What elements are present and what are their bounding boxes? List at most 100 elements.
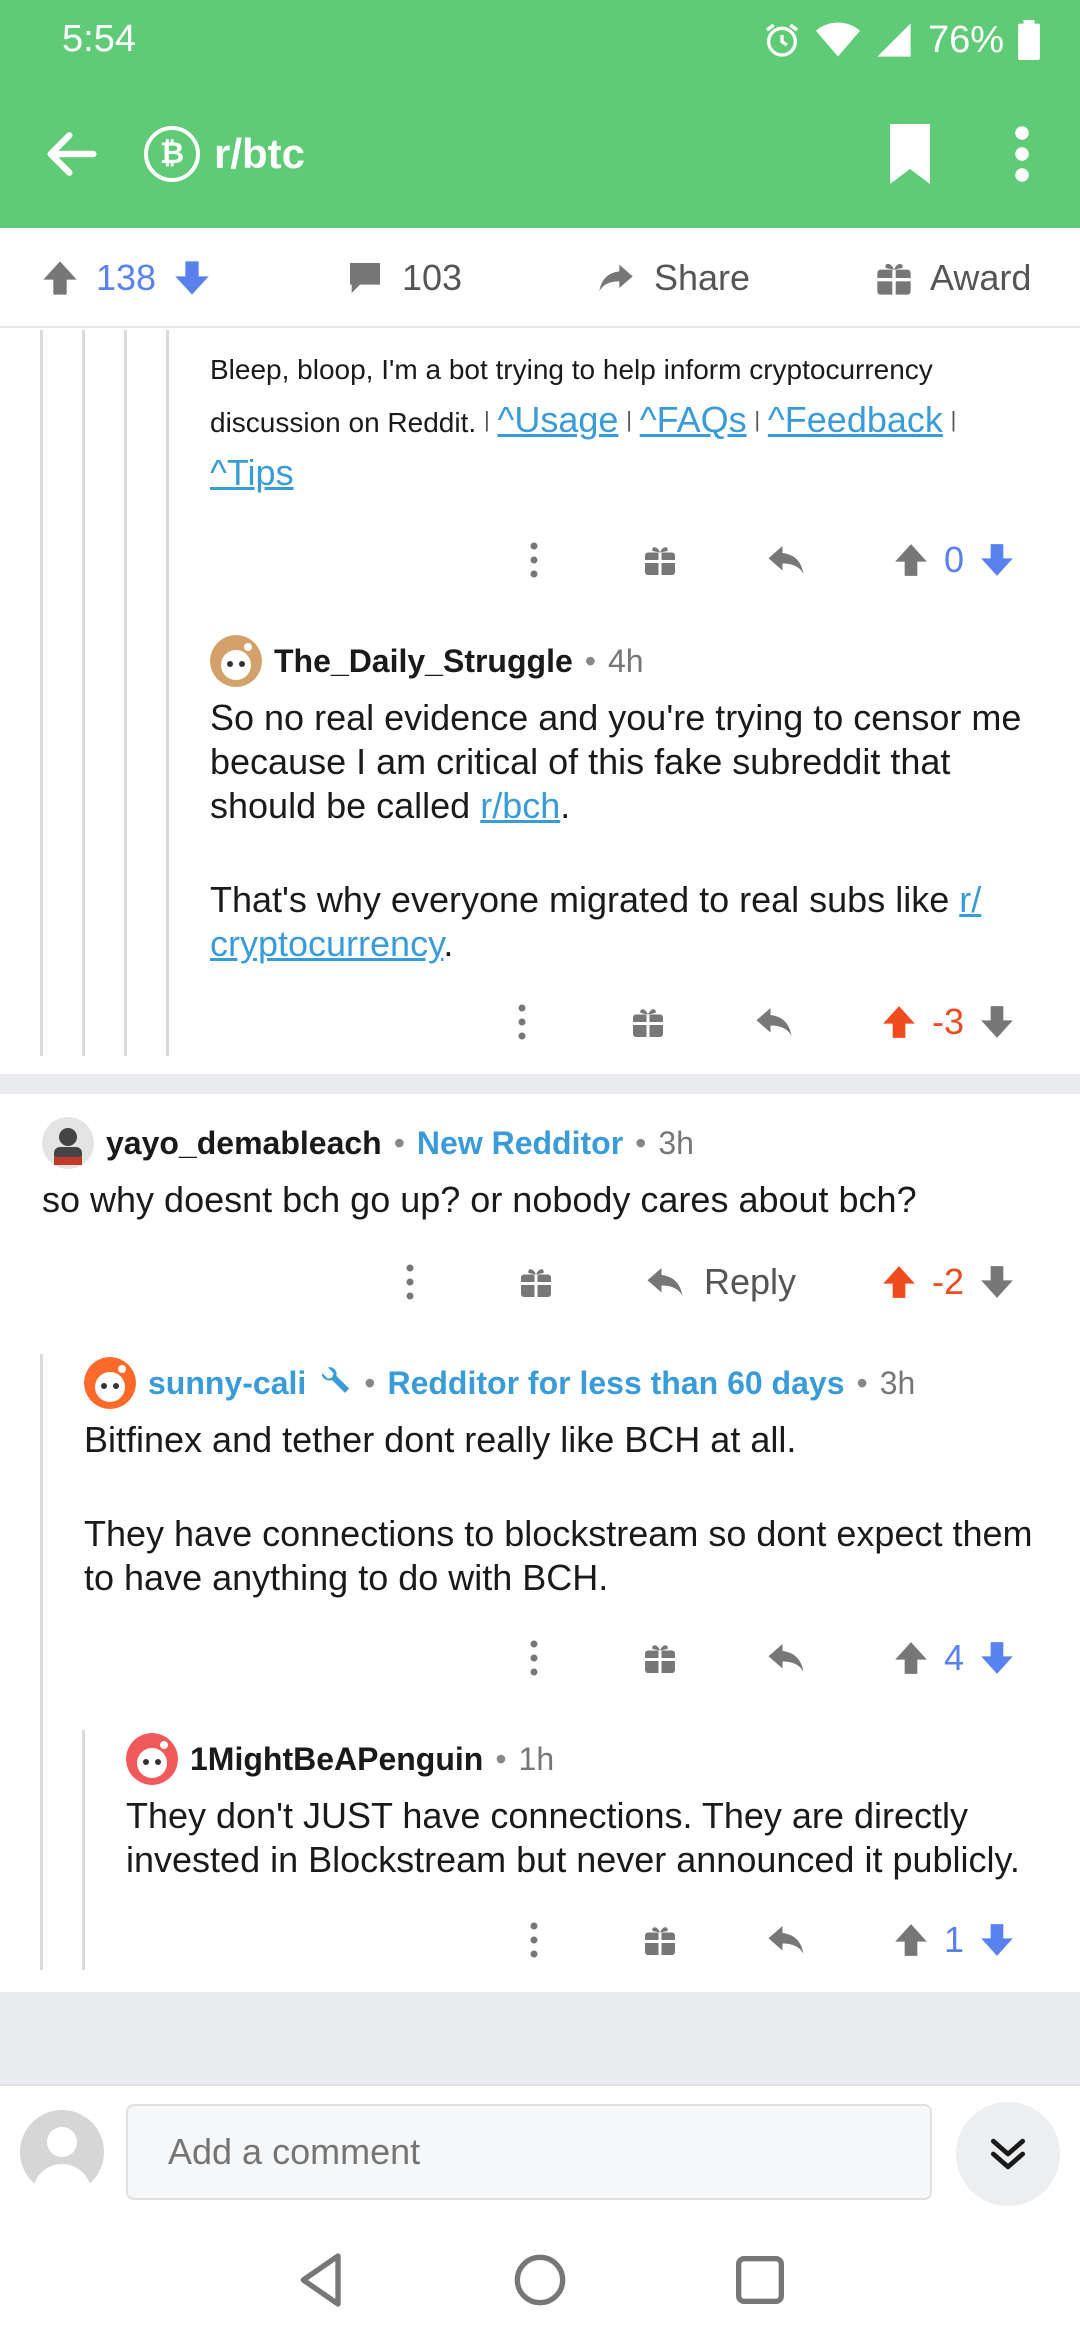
double-chevron-down-icon [990, 2138, 1026, 2170]
comment-reply-button[interactable] [764, 530, 808, 590]
subreddit-link[interactable]: r/ [959, 879, 981, 920]
more-vertical-icon [530, 1640, 538, 1676]
more-vertical-icon[interactable] [1004, 124, 1040, 184]
downvote-arrow-icon[interactable] [172, 258, 212, 298]
comment-reply-button[interactable] [752, 992, 796, 1052]
my-avatar[interactable] [20, 2110, 104, 2194]
comment-more-button[interactable] [394, 1252, 426, 1312]
avatar[interactable] [210, 635, 262, 687]
award-button[interactable]: Award [874, 228, 1031, 328]
thread-line[interactable] [124, 330, 127, 1056]
comment-more-button[interactable] [518, 530, 550, 590]
tips-link[interactable]: ^Tips [210, 452, 294, 493]
comment-vote-group: -3 [880, 992, 1016, 1052]
comment-age: 3h [658, 1124, 694, 1161]
comment-author[interactable]: 1MightBeAPenguin [190, 1741, 483, 1778]
more-vertical-icon [406, 1264, 414, 1300]
comment-reply-button[interactable] [764, 1628, 808, 1688]
snoo-avatar-icon [210, 635, 262, 687]
comment-more-button[interactable] [506, 992, 538, 1052]
more-vertical-icon [518, 1004, 526, 1040]
bookmark-icon[interactable] [884, 124, 936, 184]
avatar[interactable] [42, 1117, 94, 1169]
upvote-arrow-icon[interactable] [892, 541, 930, 579]
comments-count-button[interactable]: 103 [344, 228, 462, 328]
subreddit-title[interactable]: ₿ r/btc [144, 122, 305, 186]
battery-percent: 76% [927, 18, 1004, 61]
gift-icon [645, 1927, 675, 1955]
comments-count: 103 [402, 257, 463, 298]
comment-vote-group: 0 [892, 530, 1016, 590]
upvote-arrow-icon[interactable] [880, 1263, 918, 1301]
nav-recents-icon[interactable] [728, 2248, 792, 2312]
comment-vote-group: -2 [880, 1252, 1016, 1312]
usage-link[interactable]: ^Usage [497, 399, 618, 440]
downvote-arrow-icon[interactable] [978, 1003, 1016, 1041]
downvote-arrow-icon[interactable] [978, 541, 1016, 579]
subreddit-name: r/btc [214, 130, 306, 177]
upvote-arrow-icon[interactable] [892, 1639, 930, 1677]
avatar[interactable] [126, 1733, 178, 1785]
upvote-arrow-icon[interactable] [892, 1921, 930, 1959]
comment-award-button[interactable] [516, 1252, 556, 1312]
comment-author[interactable]: yayo_demableach [106, 1125, 382, 1162]
comment-award-button[interactable] [640, 530, 680, 590]
feedback-link[interactable]: ^Feedback [768, 399, 943, 440]
downvote-arrow-icon[interactable] [978, 1639, 1016, 1677]
nav-back-icon[interactable] [290, 2248, 354, 2312]
comment-author-row: The_Daily_Struggle • 4h [210, 635, 644, 687]
faqs-link[interactable]: ^FAQs [640, 399, 747, 440]
jump-to-next-button[interactable] [956, 2102, 1060, 2206]
comment-reply-button[interactable] [764, 1910, 808, 1970]
post-score: 138 [96, 257, 157, 298]
status-bar: 5:54 76% [0, 0, 1080, 84]
snoo-avatar-icon [126, 1733, 178, 1785]
comment-actions: Reply -2 [0, 1252, 1080, 1312]
comment-paragraph: They have connections to blockstream so … [84, 1513, 1033, 1598]
bot-comment-actions: 0 [0, 530, 1080, 590]
user-avatar-icon [42, 1117, 94, 1169]
meta-dot: • [856, 1364, 868, 1401]
comment-award-button[interactable] [640, 1910, 680, 1970]
upvote-arrow-icon[interactable] [880, 1003, 918, 1041]
subreddit-link[interactable]: r/bch [480, 785, 560, 826]
battery-icon [1018, 20, 1040, 60]
downvote-arrow-icon[interactable] [978, 1263, 1016, 1301]
comment-author-row: sunny-cali • Redditor for less than 60 d… [84, 1357, 916, 1409]
meta-dot: • [495, 1740, 507, 1777]
reply-button[interactable]: Reply [640, 1252, 800, 1312]
downvote-arrow-icon[interactable] [978, 1921, 1016, 1959]
comment-age: 3h [879, 1364, 916, 1401]
status-icons: 76% [762, 16, 1040, 64]
comment-age: 4h [607, 642, 644, 679]
comment-award-button[interactable] [628, 992, 668, 1052]
separator-pipe: | [483, 407, 490, 432]
comment-bubble-icon [350, 263, 380, 293]
thread-line[interactable] [82, 330, 85, 1056]
alarm-icon [765, 23, 798, 57]
upvote-arrow-icon[interactable] [40, 258, 80, 298]
bot-comment-body: Bleep, bloop, I'm a bot trying to help i… [210, 345, 1010, 501]
comment-more-button[interactable] [518, 1910, 550, 1970]
share-button[interactable]: Share [594, 228, 750, 328]
comment-age: 1h [518, 1740, 555, 1777]
thread-line[interactable] [166, 330, 169, 1056]
comment-author[interactable]: sunny-cali [148, 1365, 306, 1402]
subreddit-link[interactable]: cryptocurrency [210, 923, 443, 964]
add-comment-input[interactable] [126, 2104, 932, 2200]
avatar[interactable] [84, 1357, 136, 1409]
comment-award-button[interactable] [640, 1628, 680, 1688]
signal-icon [877, 23, 911, 57]
bitcoin-icon: ₿ [144, 126, 200, 182]
more-vertical-icon [530, 1922, 538, 1958]
comment-author[interactable]: The_Daily_Struggle [274, 643, 573, 680]
comment-author-row: 1MightBeAPenguin • 1h [126, 1733, 555, 1785]
comment-more-button[interactable] [518, 1628, 550, 1688]
user-flair: New Redditor [416, 1124, 624, 1161]
reply-arrow-icon [756, 1008, 792, 1036]
comment-score: -2 [932, 1261, 965, 1302]
reply-arrow-icon [647, 1268, 683, 1296]
nav-home-icon[interactable] [508, 2248, 572, 2312]
thread-line[interactable] [40, 330, 43, 1056]
back-arrow-icon[interactable] [40, 122, 104, 186]
